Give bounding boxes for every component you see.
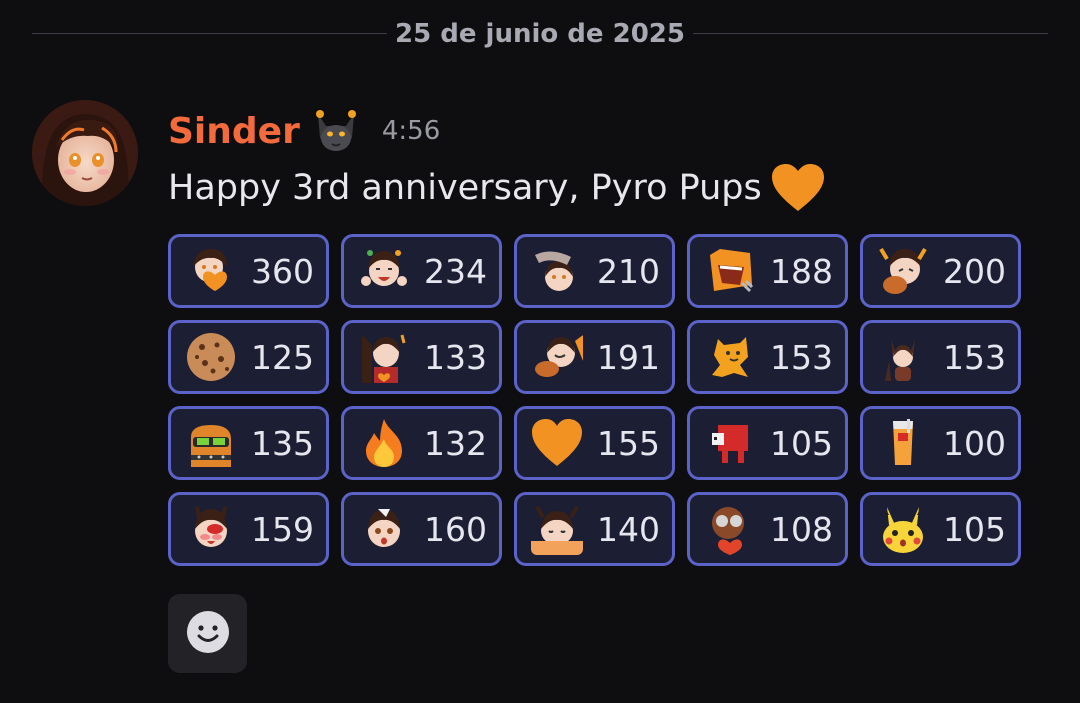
reaction-button[interactable]: 159 [168,492,329,566]
surprised-pikachu-icon [877,503,929,555]
sinder-heart-emote-icon [185,245,237,297]
reaction-count: 155 [597,423,660,463]
reaction-count: 191 [597,337,660,377]
reaction-count: 160 [424,509,487,549]
sinder-shock-emote-icon [358,503,410,555]
reaction-button[interactable]: 155 [514,406,675,480]
sinder-peek-emote-icon [531,503,583,555]
sinder-heart-hands-emote-icon [358,331,410,383]
reaction-count: 234 [424,251,487,291]
pyro-pup-sunglasses-emote-icon [185,417,237,469]
reactions-row: 159 160 140 108 105 [168,492,1021,566]
red-sheep-emote-icon [704,417,756,469]
reaction-button[interactable]: 140 [514,492,675,566]
sinder-cheer-emote-icon [358,245,410,297]
reaction-count: 153 [770,337,833,377]
reaction-count: 125 [251,337,314,377]
reaction-count: 133 [424,337,487,377]
reaction-button[interactable]: 100 [860,406,1021,480]
reaction-button[interactable]: 108 [687,492,848,566]
reaction-button[interactable]: 188 [687,234,848,308]
pup-heart-emote-icon [704,503,756,555]
reaction-count: 153 [943,337,1006,377]
smiley-add-reaction-icon [185,609,231,659]
timestamp[interactable]: 4:56 [382,116,440,146]
reactions-row: 135 132 155 105 100 [168,406,1021,480]
user-avatar[interactable] [32,100,138,206]
reaction-button[interactable]: 210 [514,234,675,308]
reaction-button[interactable]: 105 [687,406,848,480]
reaction-count: 135 [251,423,314,463]
reaction-count: 210 [597,251,660,291]
wolf-badge-icon[interactable] [310,108,362,154]
add-reaction-button[interactable] [168,594,247,673]
reaction-button[interactable]: 153 [687,320,848,394]
reaction-button[interactable]: 132 [341,406,502,480]
divider-line-left [32,33,387,34]
reaction-button[interactable]: 360 [168,234,329,308]
orange-heart-icon [531,417,583,469]
reaction-count: 200 [943,251,1006,291]
reactions-row: 125 133 191 153 153 [168,320,1021,394]
reaction-count: 100 [943,423,1006,463]
pyro-pup-dance-emote-icon [704,331,756,383]
reaction-count: 159 [251,509,314,549]
date-divider: 25 de junio de 2025 [32,16,1048,52]
reaction-button[interactable]: 135 [168,406,329,480]
reaction-count: 105 [770,423,833,463]
sinder-eat-emote-icon [877,245,929,297]
reaction-button[interactable]: 191 [514,320,675,394]
reactions-row: 360 234 210 188 200 [168,234,1021,308]
reaction-count: 188 [770,251,833,291]
reaction-count: 360 [251,251,314,291]
sinder-chibi-emote-icon [877,331,929,383]
reactions-bar: 360 234 210 188 200 125 133 191 153 153 … [168,234,1021,578]
sinder-blush-emote-icon [185,503,237,555]
divider-line-right [693,33,1048,34]
reaction-button[interactable]: 200 [860,234,1021,308]
reaction-button[interactable]: 160 [341,492,502,566]
username[interactable]: Sinder [168,111,300,152]
reaction-count: 105 [943,509,1006,549]
reaction-count: 132 [424,423,487,463]
sinder-headpat-emote-icon [531,245,583,297]
cookie-icon [185,331,237,383]
reaction-button[interactable]: 234 [341,234,502,308]
reaction-button[interactable]: 125 [168,320,329,394]
reaction-count: 140 [597,509,660,549]
message-text: Happy 3rd anniversary, Pyro Pups [168,168,762,208]
reaction-button[interactable]: 133 [341,320,502,394]
reaction-button[interactable]: 105 [860,492,1021,566]
reaction-count: 108 [770,509,833,549]
date-label: 25 de junio de 2025 [395,19,685,49]
pyro-pup-scream-emote-icon [704,245,756,297]
orange-drink-emote-icon [877,417,929,469]
orange-heart-icon [770,163,826,213]
reaction-button[interactable]: 153 [860,320,1021,394]
message-content: Happy 3rd anniversary, Pyro Pups [168,160,826,216]
sinder-snack-emote-icon [531,331,583,383]
message-header: Sinder 4:56 [168,108,440,154]
fire-icon [358,417,410,469]
